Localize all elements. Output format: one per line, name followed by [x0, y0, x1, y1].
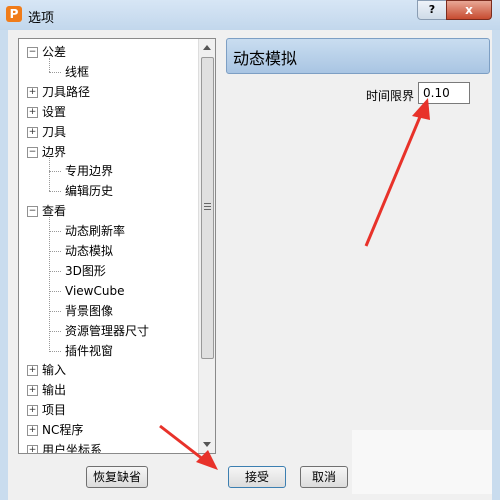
- arrow-to-accept-button: [159, 424, 218, 470]
- arrow-to-time-input: [364, 98, 430, 247]
- annotation-arrows: [159, 98, 430, 470]
